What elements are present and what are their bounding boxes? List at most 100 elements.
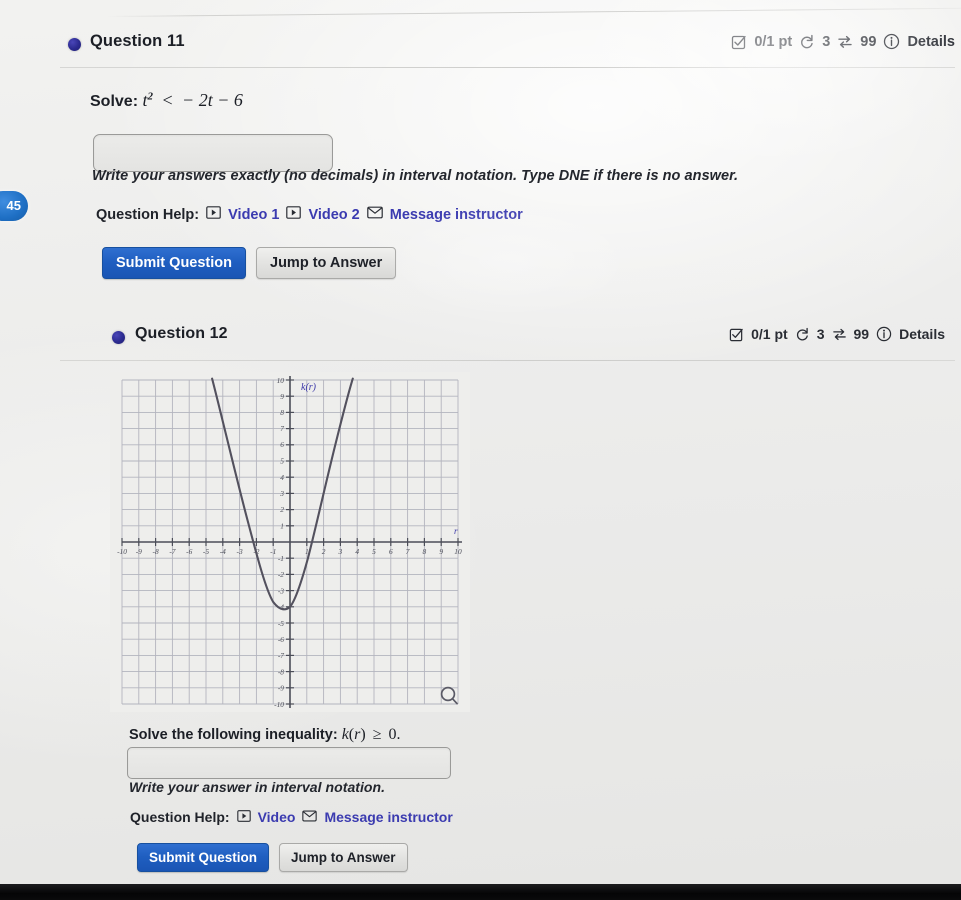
y-axis-label: k(r) [301, 382, 317, 393]
question-11-header: Question 11 0/1 pt 3 99 Details [60, 24, 955, 68]
svg-text:-8: -8 [278, 667, 284, 676]
jump-to-answer-button-q12[interactable]: Jump to Answer [279, 843, 408, 872]
question-11-help: Question Help: Video 1 Video 2 Message i… [96, 206, 523, 223]
svg-text:-8: -8 [153, 547, 159, 556]
help-label: Question Help: [130, 809, 230, 825]
svg-text:-10: -10 [117, 547, 127, 556]
swap-icon [837, 34, 853, 50]
top-divider [107, 7, 961, 17]
question-11-meta: 0/1 pt 3 99 Details [731, 33, 955, 50]
header-rule [60, 67, 955, 68]
svg-text:6: 6 [280, 440, 284, 449]
question-12-title: Question 12 [135, 325, 228, 342]
question-status-dot [68, 38, 81, 51]
question-11-hint: Write your answers exactly (no decimals)… [92, 168, 739, 184]
x-axis-label: r [454, 526, 458, 536]
svg-text:3: 3 [338, 547, 343, 556]
graph-of-k-of-r[interactable]: -10 -9 -8 -7 -6 -5 -4 -3 -2 -1 123 456 789 10 … [110, 372, 470, 712]
answer-input-q11[interactable] [93, 134, 333, 172]
video-link[interactable]: Video [258, 809, 296, 825]
details-link[interactable]: Details [907, 34, 955, 50]
svg-text:-3: -3 [237, 547, 243, 556]
video-icon[interactable] [236, 809, 251, 825]
svg-text:2: 2 [322, 547, 326, 556]
header-rule [60, 360, 955, 361]
question-11-prompt: Solve: t2 < − 2t − 6 [90, 90, 243, 111]
envelope-icon[interactable] [366, 206, 383, 223]
svg-text:-2: -2 [278, 570, 284, 579]
video-icon[interactable] [206, 206, 221, 223]
answer-input-q12[interactable] [127, 747, 451, 779]
question-12-prompt: Solve the following inequality: k(r) ≥ 0… [129, 726, 401, 743]
svg-text:8: 8 [423, 547, 427, 556]
checkbox-icon [731, 34, 747, 50]
prompt-exponent: 2 [147, 90, 153, 103]
prompt-rhs: − 2t − 6 [182, 90, 243, 110]
svg-text:-7: -7 [169, 547, 175, 556]
svg-text:4: 4 [280, 473, 284, 482]
svg-text:2: 2 [280, 505, 284, 514]
prompt-relation: ≥ [372, 726, 382, 743]
device-bezel [0, 884, 961, 900]
message-instructor-link[interactable]: Message instructor [390, 207, 523, 223]
swap-icon [832, 327, 847, 342]
svg-text:7: 7 [280, 424, 284, 433]
envelope-icon[interactable] [302, 809, 318, 825]
svg-text:-4: -4 [220, 547, 226, 556]
question-12-header: Question 12 0/1 pt 3 99 Details [60, 317, 955, 361]
svg-text:10: 10 [454, 547, 462, 556]
submit-question-button-q11[interactable]: Submit Question [102, 247, 246, 279]
svg-text:5: 5 [280, 457, 284, 466]
views-value: 99 [860, 33, 877, 50]
graph-svg: -10 -9 -8 -7 -6 -5 -4 -3 -2 -1 123 456 789 10 … [110, 372, 470, 712]
svg-text:-5: -5 [278, 619, 284, 628]
details-link[interactable]: Details [899, 326, 945, 342]
svg-text:-10: -10 [274, 700, 284, 709]
svg-text:-1: -1 [278, 554, 284, 563]
svg-text:-5: -5 [203, 547, 209, 556]
info-icon[interactable] [883, 33, 900, 50]
message-instructor-link[interactable]: Message instructor [324, 809, 452, 825]
info-icon[interactable] [876, 326, 892, 342]
attempts-value: 3 [822, 33, 831, 50]
svg-text:-3: -3 [278, 586, 284, 595]
points-value: 0/1 pt [751, 326, 788, 342]
jump-to-answer-button-q11[interactable]: Jump to Answer [256, 247, 397, 279]
video-icon[interactable] [286, 206, 302, 223]
prompt-function: k [341, 726, 349, 743]
svg-text:3: 3 [279, 489, 284, 498]
screen-surface: Question 11 0/1 pt 3 99 Details Solve: t… [0, 0, 961, 884]
question-11-title: Question 11 [90, 32, 185, 50]
svg-text:1: 1 [280, 521, 284, 530]
video-2-link[interactable]: Video 2 [308, 207, 359, 223]
svg-text:7: 7 [406, 547, 410, 556]
question-12-actions: Submit Question Jump to Answer [137, 843, 408, 872]
video-1-link[interactable]: Video 1 [228, 207, 279, 223]
prompt-prefix: Solve: [90, 93, 139, 110]
svg-text:10: 10 [277, 376, 285, 385]
retry-icon [795, 327, 810, 342]
svg-text:-9: -9 [136, 547, 142, 556]
svg-text:-6: -6 [278, 635, 284, 644]
question-status-dot [112, 331, 125, 344]
notification-badge[interactable]: 45 [0, 191, 28, 221]
question-12-meta: 0/1 pt 3 99 Details [729, 326, 945, 342]
submit-question-button-q12[interactable]: Submit Question [137, 843, 269, 872]
retry-icon [799, 34, 815, 50]
svg-text:5: 5 [372, 547, 376, 556]
question-11-actions: Submit Question Jump to Answer [102, 247, 397, 279]
attempts-value: 3 [816, 326, 825, 342]
svg-text:-7: -7 [278, 651, 284, 660]
svg-text:9: 9 [280, 392, 284, 401]
prompt-relation: < [162, 90, 173, 110]
prompt-prefix: Solve the following inequality: [129, 727, 338, 743]
svg-text:-9: -9 [278, 684, 284, 693]
prompt-rhs: 0. [388, 726, 401, 743]
views-value: 99 [853, 326, 870, 342]
svg-text:8: 8 [280, 408, 284, 417]
points-value: 0/1 pt [754, 33, 793, 50]
svg-text:-6: -6 [186, 547, 192, 556]
svg-text:9: 9 [439, 547, 443, 556]
question-12-hint: Write your answer in interval notation. [129, 779, 386, 795]
svg-text:-1: -1 [270, 547, 276, 556]
